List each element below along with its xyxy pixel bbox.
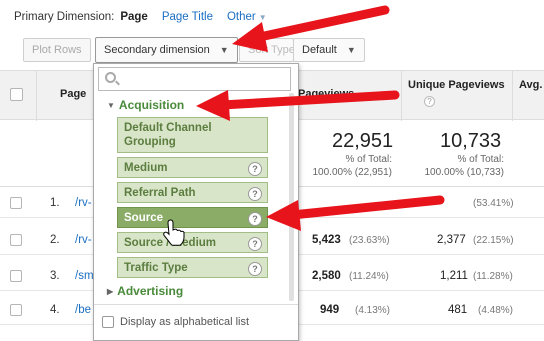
row-checkbox[interactable] — [10, 270, 22, 282]
row-unique: 481 — [448, 304, 468, 316]
table-toolbar: Plot Rows Sort Type: Default ▼ Secondary… — [0, 34, 544, 66]
group-acquisition-label: Acquisition — [118, 98, 185, 112]
row-pageviews: 949 — [320, 304, 340, 316]
sort-type-label: Sort Type: — [239, 38, 294, 62]
row-pageviews: 5,423 — [312, 234, 341, 246]
chevron-down-icon: ▼ — [258, 12, 267, 22]
total-unique-pct-value: 100.00% (10,733) — [424, 167, 504, 178]
primary-dimension-bar: Primary Dimension: Page Page Title Other… — [14, 9, 267, 25]
total-pageviews-pct-label: % of Total: — [345, 154, 392, 165]
column-divider — [512, 71, 513, 121]
group-advertising-label: Advertising — [117, 284, 184, 298]
secondary-dimension-dropdown: ▼ Acquisition Default Channel Grouping M… — [93, 63, 299, 341]
column-header-page[interactable]: Page — [60, 88, 86, 100]
dropdown-divider — [94, 304, 298, 305]
row-number: 3. — [50, 270, 60, 282]
help-icon[interactable]: ? — [248, 162, 262, 176]
caret-right-icon: ▶ — [107, 286, 114, 296]
row-unique-pct: (11.28%) — [473, 271, 513, 282]
row-unique-pct: (4.48%) — [478, 305, 514, 316]
row-unique: 1,211 — [440, 270, 468, 282]
row-pageviews-pct: (4.13%) — [355, 305, 391, 316]
row-pageviews-pct: (23.63%) — [349, 235, 390, 246]
option-label: Traffic Type — [124, 262, 188, 274]
group-advertising[interactable]: ▶ Advertising — [107, 284, 183, 298]
chevron-down-icon: ▼ — [346, 45, 356, 55]
other-label: Other — [226, 11, 256, 23]
total-pageviews: 22,951 — [332, 130, 394, 152]
help-icon[interactable]: ? — [248, 262, 262, 276]
help-icon[interactable]: ? — [248, 237, 262, 251]
primary-dimension-option-page-title[interactable]: Page Title — [162, 11, 213, 23]
plot-rows-button[interactable]: Plot Rows — [23, 38, 91, 62]
row-number: 2. — [50, 234, 60, 246]
dimension-option-medium[interactable]: Medium ? — [117, 157, 268, 178]
row-unique-pct: (22.15%) — [473, 235, 514, 246]
secondary-dimension-label: Secondary dimension — [104, 44, 210, 56]
caret-down-icon: ▼ — [107, 100, 115, 110]
dimension-option-traffic-type[interactable]: Traffic Type ? — [117, 257, 268, 278]
help-icon[interactable]: ? — [248, 187, 262, 201]
sort-type-select[interactable]: Default ▼ — [293, 38, 365, 62]
sort-type-value: Default — [302, 44, 337, 56]
total-unique-pageviews: 10,733 — [440, 130, 502, 152]
dimension-option-referral-path[interactable]: Referral Path ? — [117, 182, 268, 203]
alphabetical-checkbox[interactable] — [102, 316, 114, 328]
option-label: Default Channel Grouping — [124, 122, 212, 148]
option-label: Medium — [124, 162, 168, 174]
row-pageviews: 2,580 — [312, 270, 341, 282]
total-pageviews-pct: % of Total: 100.00% (22,951) — [290, 153, 392, 179]
dimension-option-default-channel-grouping[interactable]: Default Channel Grouping — [117, 117, 268, 153]
column-divider — [36, 71, 37, 121]
row-checkbox[interactable] — [10, 304, 22, 316]
option-label: Source — [124, 212, 163, 224]
total-unique-pct-label: % of Total: — [457, 154, 504, 165]
total-pageviews-pct-value: 100.00% (22,951) — [312, 167, 392, 178]
group-acquisition[interactable]: ▼ Acquisition — [107, 98, 184, 112]
search-icon — [105, 72, 116, 83]
row-page-link[interactable]: /be — [75, 304, 91, 316]
primary-dimension-current[interactable]: Page — [120, 11, 148, 23]
row-unique-pct: (53.41%) — [473, 198, 514, 209]
dimension-option-source[interactable]: Source ? — [117, 207, 268, 228]
row-page-link[interactable]: /rv- — [75, 234, 92, 246]
option-label: Source / Medium — [124, 237, 217, 249]
row-page-link[interactable]: /sm — [75, 270, 94, 282]
column-header-avg[interactable]: Avg. — [519, 79, 542, 91]
total-unique-pct: % of Total: 100.00% (10,733) — [402, 153, 504, 179]
help-icon[interactable]: ? — [248, 212, 262, 226]
primary-dimension-option-other[interactable]: Other ▼ — [227, 11, 267, 23]
row-pageviews-pct: (11.24%) — [349, 271, 389, 282]
row-number: 4. — [50, 304, 60, 316]
alphabetical-list-toggle[interactable]: Display as alphabetical list — [102, 316, 249, 328]
column-header-unique-pageviews[interactable]: Unique Pageviews — [408, 79, 505, 91]
dropdown-scrollbar[interactable] — [289, 93, 294, 301]
row-unique: 2,377 — [437, 234, 466, 246]
option-label: Referral Path — [124, 187, 196, 199]
dimension-option-source-medium[interactable]: Source / Medium ? — [117, 232, 268, 253]
select-all-checkbox[interactable] — [10, 88, 23, 101]
alphabetical-label: Display as alphabetical list — [120, 316, 250, 328]
help-icon[interactable]: ? — [424, 96, 435, 107]
primary-dimension-label: Primary Dimension: — [14, 11, 115, 23]
row-checkbox[interactable] — [10, 234, 22, 246]
row-number: 1. — [50, 197, 60, 209]
row-checkbox[interactable] — [10, 197, 22, 209]
column-header-pageviews[interactable]: Pageviews — [298, 88, 354, 100]
secondary-dimension-button[interactable]: Secondary dimension ▼ — [95, 37, 238, 63]
row-page-link[interactable]: /rv- — [75, 197, 92, 209]
chevron-down-icon: ▼ — [219, 45, 229, 55]
dimension-search-input[interactable] — [98, 67, 291, 91]
column-divider — [401, 71, 402, 121]
